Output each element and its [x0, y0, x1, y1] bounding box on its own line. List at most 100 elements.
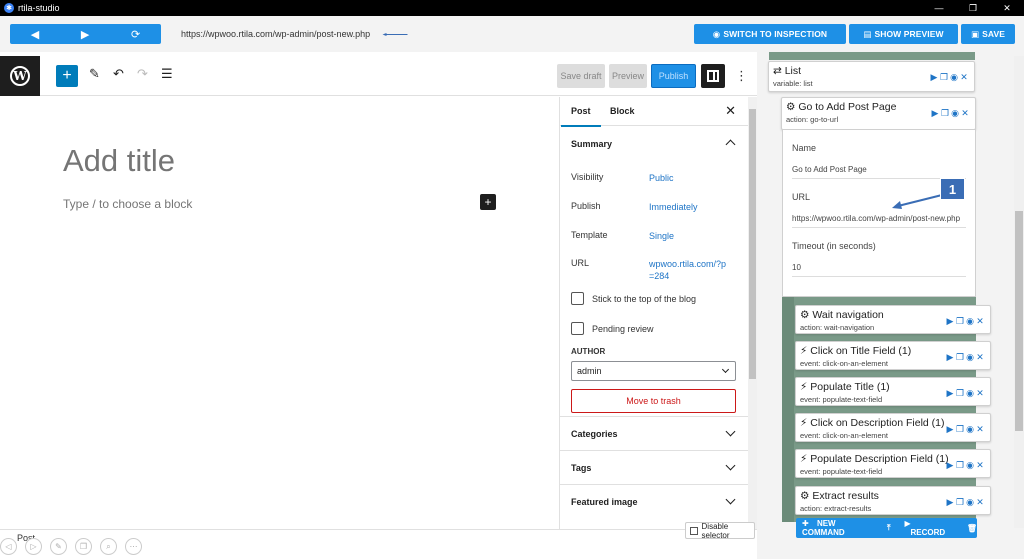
- step-card[interactable]: ⚡ Populate Description Field (1) event: …: [795, 449, 991, 478]
- new-command-button[interactable]: ✚ NEW COMMAND: [802, 519, 873, 537]
- tags-heading[interactable]: Tags: [571, 463, 591, 473]
- run-icon[interactable]: ▶: [946, 460, 954, 471]
- chevron-down-icon[interactable]: [725, 460, 736, 471]
- reload-icon[interactable]: ⟳: [131, 28, 140, 41]
- step-card[interactable]: ⚙ Wait navigation action: wait-navigatio…: [795, 305, 991, 334]
- summary-heading[interactable]: Summary: [571, 139, 612, 149]
- run-icon[interactable]: ▶: [931, 108, 939, 119]
- run-icon[interactable]: ▶: [946, 316, 954, 327]
- author-select[interactable]: admin: [571, 361, 736, 381]
- delete-icon[interactable]: ✕: [976, 460, 984, 471]
- categories-heading[interactable]: Categories: [571, 429, 618, 439]
- close-icon[interactable]: ✕: [725, 103, 736, 119]
- duplicate-icon[interactable]: ❐: [956, 388, 964, 399]
- wordpress-logo-icon[interactable]: W: [0, 56, 40, 96]
- categories-panel[interactable]: Categories: [560, 417, 748, 451]
- undo-icon[interactable]: ↶: [113, 66, 124, 82]
- delete-icon[interactable]: ✕: [976, 497, 984, 508]
- block-placeholder[interactable]: Type / to choose a block: [63, 197, 192, 211]
- pencil-icon[interactable]: ✎: [89, 66, 100, 82]
- run-icon[interactable]: ▶: [946, 497, 954, 508]
- disable-selector-toggle[interactable]: Disable selector: [685, 522, 755, 540]
- delete-icon[interactable]: ✕: [976, 352, 984, 363]
- run-icon[interactable]: ▶: [930, 72, 938, 83]
- chevron-up-icon[interactable]: [725, 139, 736, 150]
- save-button[interactable]: ▣ SAVE: [961, 24, 1015, 44]
- visibility-icon[interactable]: ◉: [966, 497, 974, 508]
- tab-post[interactable]: Post: [561, 106, 601, 127]
- more-circle-icon[interactable]: ⋯: [125, 538, 142, 555]
- timeout-field[interactable]: 10: [792, 263, 966, 277]
- pen-circle-icon[interactable]: ✎: [50, 538, 67, 555]
- featured-image-heading[interactable]: Featured image: [571, 497, 638, 507]
- close-window-icon[interactable]: ✕: [990, 0, 1024, 16]
- run-icon[interactable]: ▶: [946, 424, 954, 435]
- back-circle-icon[interactable]: ◁: [0, 538, 17, 555]
- url-value[interactable]: wpwoo.rtila.com/?p=284: [649, 258, 729, 282]
- list-command-card[interactable]: ⇄ List variable: list ▶ ❐ ◉ ✕: [768, 61, 975, 92]
- visibility-icon[interactable]: ◉: [966, 460, 974, 471]
- publish-value[interactable]: Immediately: [649, 201, 729, 213]
- tags-panel[interactable]: Tags: [560, 451, 748, 485]
- template-value[interactable]: Single: [649, 230, 729, 242]
- sidebar-scrollbar[interactable]: [748, 97, 757, 529]
- maximize-icon[interactable]: ❐: [956, 0, 990, 16]
- tab-block[interactable]: Block: [610, 106, 635, 116]
- save-draft-button[interactable]: Save draft: [557, 64, 605, 88]
- run-icon[interactable]: ▶: [946, 352, 954, 363]
- add-block-button[interactable]: +: [56, 65, 78, 87]
- preview-button[interactable]: Preview: [609, 64, 647, 88]
- visibility-icon[interactable]: ◉: [966, 316, 974, 327]
- step-card[interactable]: ⚡ Populate Title (1) event: populate-tex…: [795, 377, 991, 406]
- switch-to-inspection-button[interactable]: ◉ SWITCH TO INSPECTION: [694, 24, 846, 44]
- delete-icon[interactable]: ✕: [976, 388, 984, 399]
- delete-icon[interactable]: ✕: [976, 424, 984, 435]
- trash-icon[interactable]: 🗑: [967, 524, 977, 533]
- step-card[interactable]: ⚡ Click on Description Field (1) event: …: [795, 413, 991, 442]
- disable-selector-checkbox[interactable]: [690, 526, 698, 535]
- visibility-icon[interactable]: ◉: [966, 388, 974, 399]
- visibility-icon[interactable]: ◉: [951, 108, 959, 119]
- copy-circle-icon[interactable]: ❐: [75, 538, 92, 555]
- minimize-icon[interactable]: —: [922, 0, 956, 16]
- delete-icon[interactable]: ✕: [976, 316, 984, 327]
- duplicate-icon[interactable]: ❐: [956, 460, 964, 471]
- chevron-down-icon[interactable]: [725, 426, 736, 437]
- play-circle-icon[interactable]: ▷: [25, 538, 42, 555]
- move-to-trash-button[interactable]: Move to trash: [571, 389, 736, 413]
- inline-add-block-button[interactable]: +: [480, 194, 496, 210]
- url-bar[interactable]: https://wpwoo.rtila.com/wp-admin/post-ne…: [181, 29, 370, 39]
- record-button[interactable]: ▶ RECORD: [905, 519, 949, 537]
- visibility-icon[interactable]: ◉: [950, 72, 958, 83]
- settings-panel-toggle[interactable]: [701, 64, 725, 88]
- goto-command-card[interactable]: ⚙ Go to Add Post Page action: go-to-url …: [781, 97, 976, 130]
- zoom-circle-icon[interactable]: ⌕: [100, 538, 117, 555]
- step-card[interactable]: ⚙ Extract results action: extract-result…: [795, 486, 991, 515]
- post-title-input[interactable]: Add title: [63, 143, 175, 179]
- duplicate-icon[interactable]: ❐: [956, 352, 964, 363]
- delete-icon[interactable]: ✕: [961, 108, 969, 119]
- show-preview-button[interactable]: ▤ SHOW PREVIEW: [849, 24, 958, 44]
- name-field[interactable]: Go to Add Post Page: [792, 165, 966, 179]
- back-icon[interactable]: ◀: [31, 28, 39, 41]
- forward-icon[interactable]: ▶: [81, 28, 89, 41]
- duplicate-icon[interactable]: ❐: [940, 72, 948, 83]
- featured-image-panel[interactable]: Featured image: [560, 485, 748, 519]
- step-card[interactable]: ⚡ Click on Title Field (1) event: click-…: [795, 341, 991, 370]
- upload-icon[interactable]: ⤒: [887, 523, 891, 533]
- visibility-icon[interactable]: ◉: [966, 424, 974, 435]
- more-options-icon[interactable]: ⋮: [735, 68, 748, 84]
- duplicate-icon[interactable]: ❐: [956, 497, 964, 508]
- redo-icon[interactable]: ↷: [137, 66, 148, 82]
- duplicate-icon[interactable]: ❐: [956, 316, 964, 327]
- url-field[interactable]: https://wpwoo.rtila.com/wp-admin/post-ne…: [792, 214, 966, 228]
- sticky-checkbox[interactable]: [571, 292, 584, 305]
- commands-scrollbar[interactable]: [1014, 56, 1024, 528]
- visibility-icon[interactable]: ◉: [966, 352, 974, 363]
- visibility-value[interactable]: Public: [649, 172, 729, 184]
- duplicate-icon[interactable]: ❐: [956, 424, 964, 435]
- list-view-icon[interactable]: ☰: [161, 66, 173, 82]
- duplicate-icon[interactable]: ❐: [941, 108, 949, 119]
- chevron-down-icon[interactable]: [725, 494, 736, 505]
- delete-icon[interactable]: ✕: [960, 72, 968, 83]
